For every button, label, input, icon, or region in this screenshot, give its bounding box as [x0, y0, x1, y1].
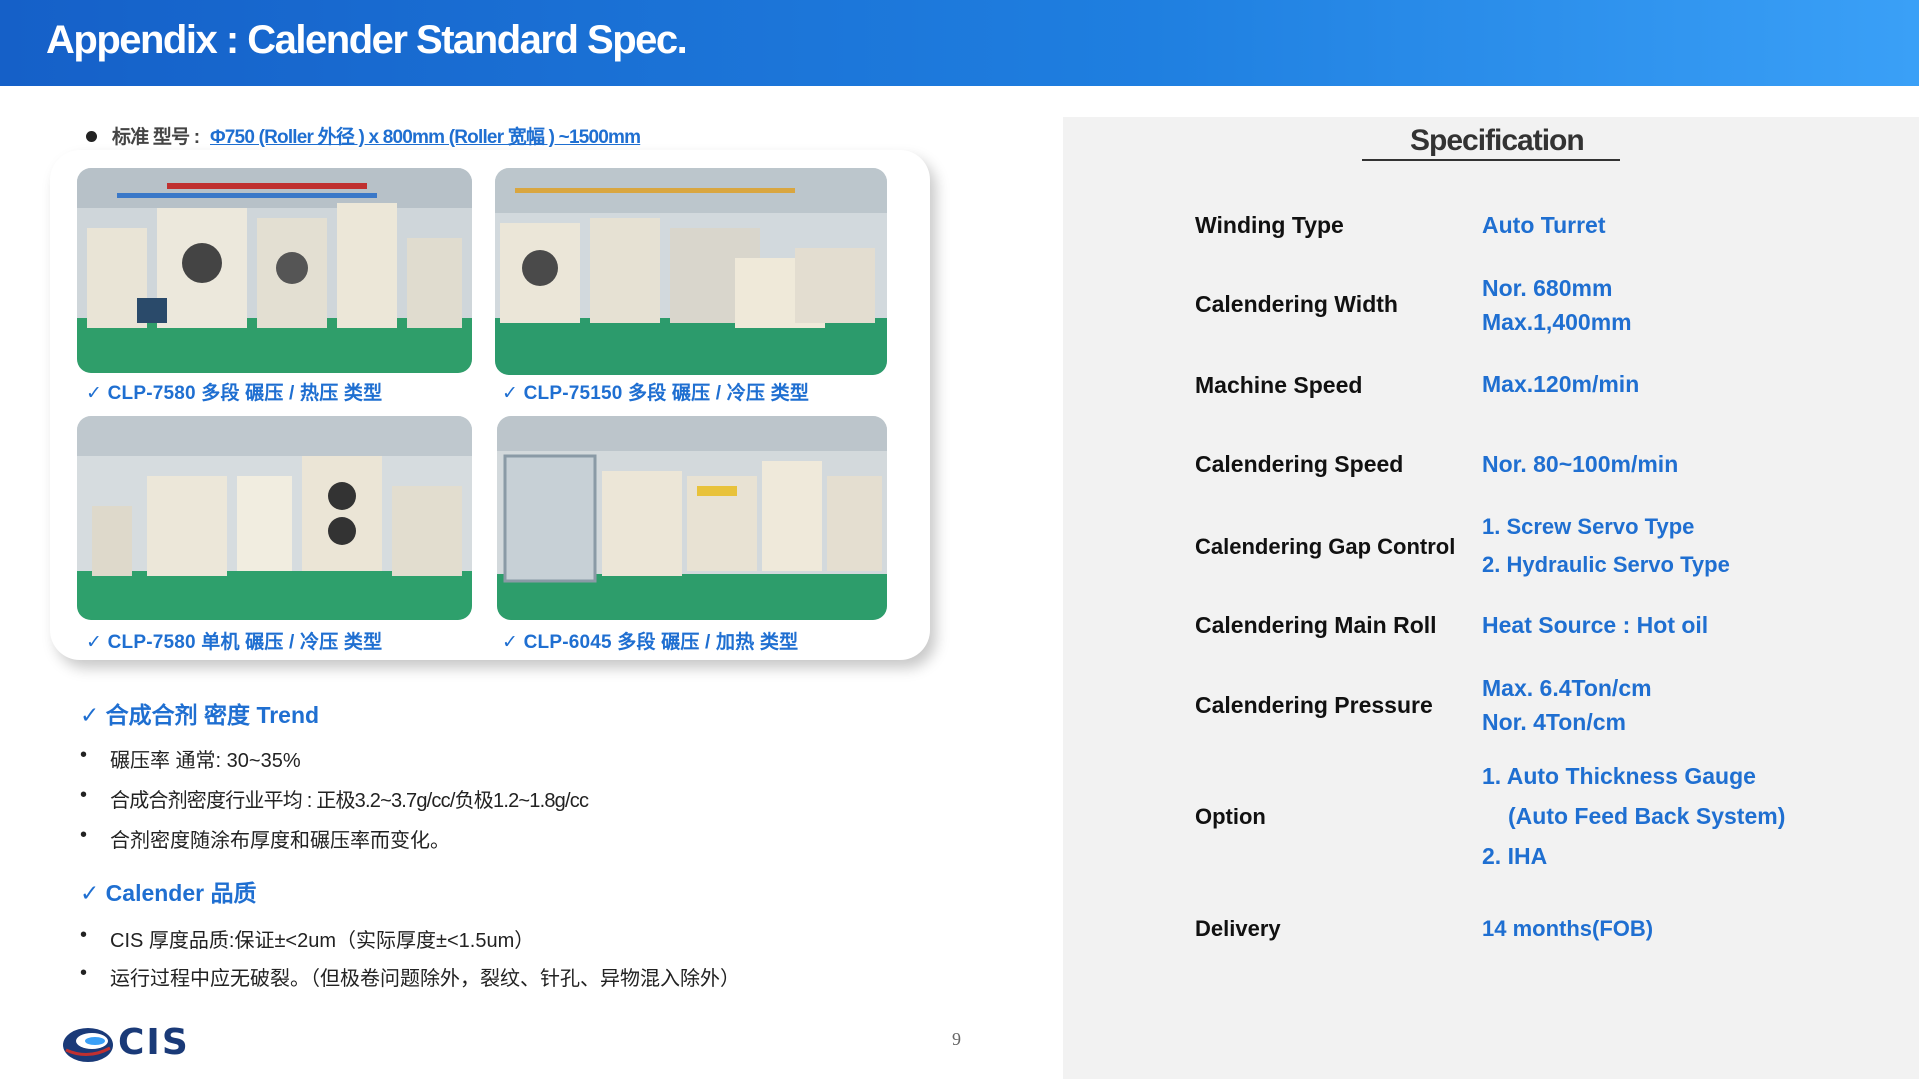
spec-value-option-2: (Auto Feed Back System): [1508, 803, 1786, 829]
page-title: Appendix : Calender Standard Spec.: [46, 18, 688, 62]
model-label: 标准 型号 :: [112, 127, 200, 148]
bullet-dot: •: [80, 962, 88, 984]
spec-value-winding-type: Auto Turret: [1482, 212, 1606, 238]
spec-value-pressure-1: Max. 6.4Ton/cm: [1482, 675, 1652, 701]
spec-value-gap-control-2: 2. Hydraulic Servo Type: [1482, 552, 1730, 577]
spec-value-main-roll: Heat Source : Hot oil: [1482, 612, 1709, 638]
spec-label-option: Option: [1195, 804, 1266, 829]
quality-section-title: ✓ Calender 品质: [80, 880, 257, 906]
spec-heading-underline: [1362, 159, 1620, 161]
list-item-text: CIS 厚度品质:保证±<2um（实际厚度±<1.5um）: [110, 930, 535, 952]
photo-caption-2: ✓ CLP-75150 多段 碾压 / 冷压 类型: [502, 383, 810, 404]
spec-label-pressure: Calendering Pressure: [1195, 692, 1433, 718]
spec-label-main-roll: Calendering Main Roll: [1195, 612, 1437, 638]
bullet-dot: •: [80, 824, 88, 846]
bullet-dot: •: [80, 784, 87, 806]
cis-logo: CIS: [62, 1022, 192, 1066]
photo-caption-1: ✓ CLP-7580 多段 碾压 / 热压 类型: [86, 383, 383, 404]
spec-value-delivery: 14 months(FOB): [1482, 916, 1654, 941]
model-value: Φ750 (Roller 外径 ) x 800mm (Roller 宽幅 ) ~…: [210, 127, 641, 148]
list-item-text: 合成合剂密度行业平均 : 正极3.2~3.7g/cc/负极1.2~1.8g/cc: [110, 790, 589, 812]
spec-value-gap-control-1: 1. Screw Servo Type: [1482, 514, 1695, 539]
list-item-text: 合剂密度随涂布厚度和碾压率而变化。: [110, 830, 450, 852]
bullet-dot: •: [80, 744, 88, 766]
machine-photo-3: [77, 416, 472, 620]
machine-photo-4: [497, 416, 887, 620]
spec-value-calendering-speed: Nor. 80~100m/min: [1482, 451, 1679, 477]
spec-value-option-1: 1. Auto Thickness Gauge: [1482, 763, 1756, 789]
spec-value-calendering-width-2: Max.1,400mm: [1482, 309, 1632, 335]
machine-photo-1: [77, 168, 472, 373]
spec-label-gap-control: Calendering Gap Control: [1195, 534, 1456, 559]
list-item-text: 碾压率 通常: 30~35%: [110, 750, 301, 772]
spec-value-option-3: 2. IHA: [1482, 843, 1548, 869]
machine-photo-2: [495, 168, 887, 375]
density-section-title: ✓ 合成合剂 密度 Trend: [80, 702, 320, 728]
photo-caption-3: ✓ CLP-7580 单机 碾压 / 冷压 类型: [86, 632, 383, 653]
list-item: • CIS 厚度品质:保证±<2um（实际厚度±<1.5um）: [80, 924, 535, 953]
list-item: • 运行过程中应无破裂。（但极卷问题除外，裂纹、针孔、异物混入除外）: [80, 962, 740, 991]
spec-label-calendering-width: Calendering Width: [1195, 291, 1398, 317]
spec-heading: Specification: [1410, 124, 1585, 157]
spec-label-machine-speed: Machine Speed: [1195, 372, 1363, 398]
spec-label-calendering-speed: Calendering Speed: [1195, 451, 1404, 477]
logo-icon: [63, 1028, 113, 1062]
spec-value-calendering-width-1: Nor. 680mm: [1482, 275, 1613, 301]
header-bar: Appendix : Calender Standard Spec.: [0, 0, 1919, 86]
logo-text: CIS: [118, 1022, 190, 1063]
bullet-dot: •: [80, 924, 88, 946]
spec-value-pressure-2: Nor. 4Ton/cm: [1482, 709, 1626, 735]
spec-label-delivery: Delivery: [1195, 916, 1281, 941]
bullet-dot: [86, 131, 97, 142]
page-number: 9: [952, 1029, 961, 1049]
list-item-text: 运行过程中应无破裂。（但极卷问题除外，裂纹、针孔、异物混入除外）: [110, 968, 740, 990]
list-item: • 合剂密度随涂布厚度和碾压率而变化。: [80, 824, 450, 853]
photo-caption-4: ✓ CLP-6045 多段 碾压 / 加热 类型: [502, 632, 799, 653]
spec-label-winding-type: Winding Type: [1195, 212, 1344, 238]
list-item: • 碾压率 通常: 30~35%: [80, 744, 301, 773]
spec-value-machine-speed: Max.120m/min: [1482, 371, 1640, 397]
list-item: • 合成合剂密度行业平均 : 正极3.2~3.7g/cc/负极1.2~1.8g/c…: [80, 784, 589, 813]
